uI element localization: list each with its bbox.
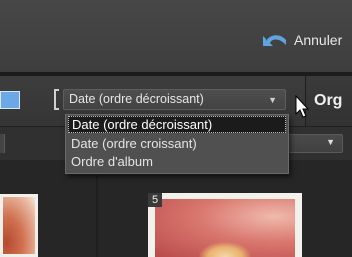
photo-image [3,197,35,254]
chevron-down-icon: ▼ [326,137,335,147]
tab-organizer-label: Org [314,92,343,109]
mouse-cursor-icon [295,94,310,124]
top-bar: Annuler [0,0,352,72]
sort-option-date-ascending[interactable]: Date (ordre croissant) [68,135,197,152]
photo-thumbnail[interactable] [148,193,302,257]
view-toggle-button[interactable] [0,91,20,109]
photo-thumbnail[interactable] [0,194,38,257]
filter-field-edge[interactable] [0,134,5,153]
undo-arrow-icon [262,32,288,48]
chevron-down-icon: ▼ [268,95,277,105]
sort-order-value: Date (ordre décroissant) [69,92,204,106]
sort-order-options-list: Date (ordre décroissant) Date (ordre cro… [65,114,289,174]
bracket-icon [54,89,59,110]
thumbnail-count-badge: 5 [148,193,162,207]
filter-select[interactable]: ▼ [285,134,343,153]
sort-option-album-order[interactable]: Ordre d'album [68,153,153,170]
sort-option-date-descending[interactable]: Date (ordre décroissant) [68,116,286,133]
sort-order-select[interactable]: Date (ordre décroissant) ▼ [63,89,286,110]
undo-button[interactable]: Annuler [262,31,342,49]
tab-organizer[interactable]: Org [305,76,352,126]
undo-label: Annuler [294,32,343,48]
photo-image [155,199,295,257]
grid-divider [96,175,98,257]
